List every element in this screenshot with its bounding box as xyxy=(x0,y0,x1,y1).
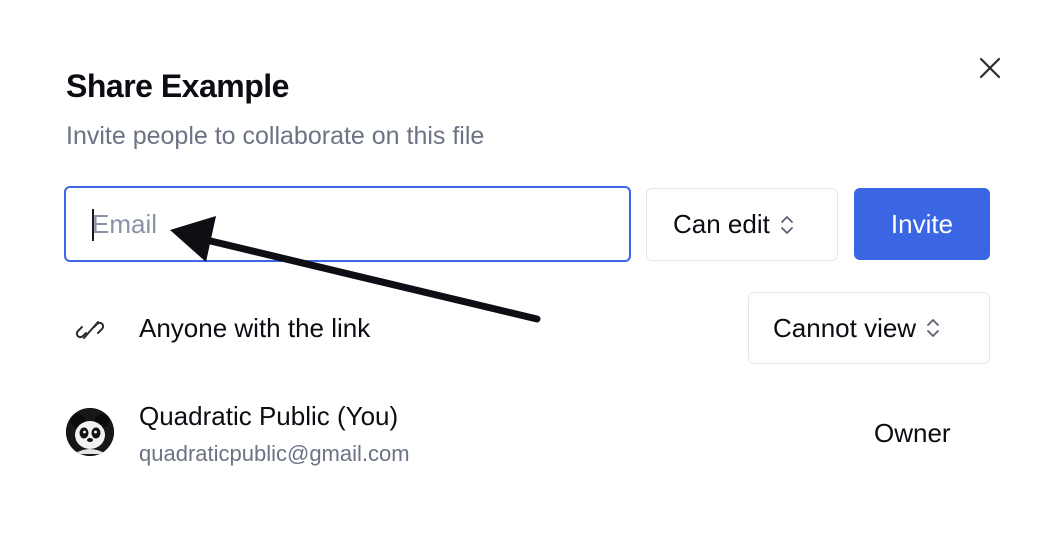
user-role: Owner xyxy=(874,418,951,448)
dialog-subtitle: Invite people to collaborate on this fil… xyxy=(66,122,485,150)
chevron-up-down-icon xyxy=(926,317,940,339)
email-input[interactable] xyxy=(64,186,631,262)
text-caret xyxy=(92,209,94,241)
link-sharing-label: Anyone with the link xyxy=(139,313,371,343)
user-name: Quadratic Public (You) xyxy=(139,401,399,431)
invite-permission-select[interactable]: Can edit xyxy=(646,188,838,261)
invite-permission-label: Can edit xyxy=(673,209,770,239)
close-button[interactable] xyxy=(974,52,1006,84)
chevron-up-down-icon xyxy=(780,214,794,236)
user-email: quadraticpublic@gmail.com xyxy=(139,441,410,466)
dialog-title: Share Example xyxy=(66,68,289,104)
invite-button[interactable]: Invite xyxy=(854,188,990,260)
close-icon xyxy=(979,57,1001,79)
panda-avatar-icon xyxy=(66,408,114,456)
share-dialog: Share Example Invite people to collabora… xyxy=(0,0,1058,538)
avatar xyxy=(66,408,114,456)
link-permission-select[interactable]: Cannot view xyxy=(748,292,990,364)
link-permission-label: Cannot view xyxy=(773,312,917,343)
link-off-icon xyxy=(74,314,106,346)
